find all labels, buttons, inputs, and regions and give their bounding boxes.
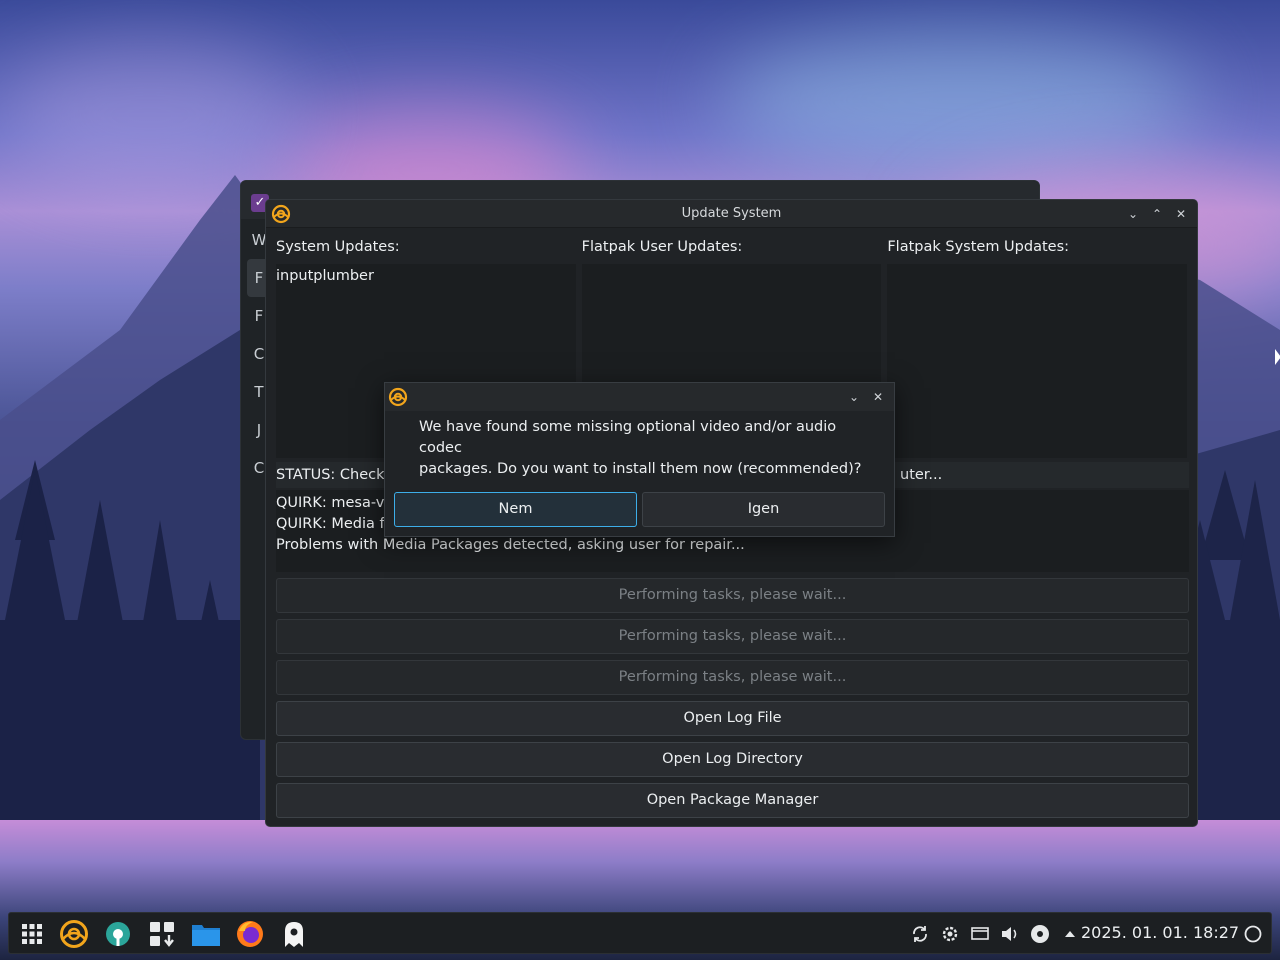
system-updates-label: System Updates: bbox=[276, 239, 400, 255]
log-line: Problems with Media Packages detected, a… bbox=[276, 537, 745, 553]
codec-install-dialog: ⌄ ✕ We have found some missing optional … bbox=[384, 382, 895, 537]
flatpak-system-updates-list[interactable] bbox=[887, 264, 1188, 458]
nobara-logo-icon bbox=[388, 387, 408, 407]
dialog-message-line: We have found some missing optional vide… bbox=[419, 419, 837, 456]
sync-icon[interactable] bbox=[905, 923, 935, 945]
system-tray bbox=[905, 913, 1085, 955]
settings-tray-icon[interactable] bbox=[935, 923, 965, 945]
list-item[interactable]: inputplumber bbox=[276, 266, 576, 286]
open-log-directory-button[interactable]: Open Log Directory bbox=[276, 742, 1189, 777]
dialog-message: We have found some missing optional vide… bbox=[419, 417, 879, 480]
open-log-file-button[interactable]: Open Log File bbox=[276, 701, 1189, 736]
close-icon[interactable]: ✕ bbox=[868, 387, 888, 407]
show-desktop-icon[interactable] bbox=[1236, 917, 1270, 951]
file-manager-icon[interactable] bbox=[189, 917, 223, 951]
display-icon[interactable] bbox=[965, 923, 995, 945]
clock[interactable]: 2025. 01. 01. 18:27 bbox=[1081, 913, 1239, 953]
flatpak-system-updates-label: Flatpak System Updates: bbox=[887, 239, 1070, 255]
nobara-ghost-icon[interactable] bbox=[277, 917, 311, 951]
flatpak-user-updates-label: Flatpak User Updates: bbox=[581, 239, 743, 255]
yes-button[interactable]: Igen bbox=[642, 492, 885, 527]
minimize-icon[interactable]: ⌄ bbox=[844, 387, 864, 407]
close-icon[interactable]: ✕ bbox=[1171, 204, 1191, 224]
app-launcher-icon[interactable] bbox=[15, 917, 49, 951]
dialog-titlebar[interactable]: ⌄ ✕ bbox=[385, 383, 894, 411]
no-button[interactable]: Nem bbox=[394, 492, 637, 527]
window-titlebar[interactable]: Update System ⌄ ⌃ ✕ bbox=[266, 200, 1197, 228]
firefox-icon[interactable] bbox=[233, 917, 267, 951]
window-title: Update System bbox=[681, 206, 782, 221]
minimize-icon[interactable]: ⌄ bbox=[1123, 204, 1143, 224]
flatpak-system-updates-panel: Flatpak System Updates: bbox=[887, 236, 1188, 458]
mouse-cursor bbox=[1275, 349, 1280, 365]
system-config-icon[interactable] bbox=[101, 917, 135, 951]
taskbar: 2025. 01. 01. 18:27 bbox=[8, 912, 1272, 954]
open-package-manager-button[interactable]: Open Package Manager bbox=[276, 783, 1189, 818]
media-disc-icon[interactable] bbox=[1025, 923, 1055, 945]
dialog-message-line: packages. Do you want to install them no… bbox=[419, 461, 862, 477]
performing-tasks-button: Performing tasks, please wait... bbox=[276, 578, 1189, 613]
volume-icon[interactable] bbox=[995, 923, 1025, 945]
nobara-welcome-icon[interactable] bbox=[57, 917, 91, 951]
performing-tasks-button: Performing tasks, please wait... bbox=[276, 660, 1189, 695]
status-text-tail: uter... bbox=[900, 467, 943, 483]
software-center-icon[interactable] bbox=[145, 917, 179, 951]
performing-tasks-button: Performing tasks, please wait... bbox=[276, 619, 1189, 654]
status-text: STATUS: Checkir bbox=[276, 467, 395, 483]
maximize-icon[interactable]: ⌃ bbox=[1147, 204, 1167, 224]
